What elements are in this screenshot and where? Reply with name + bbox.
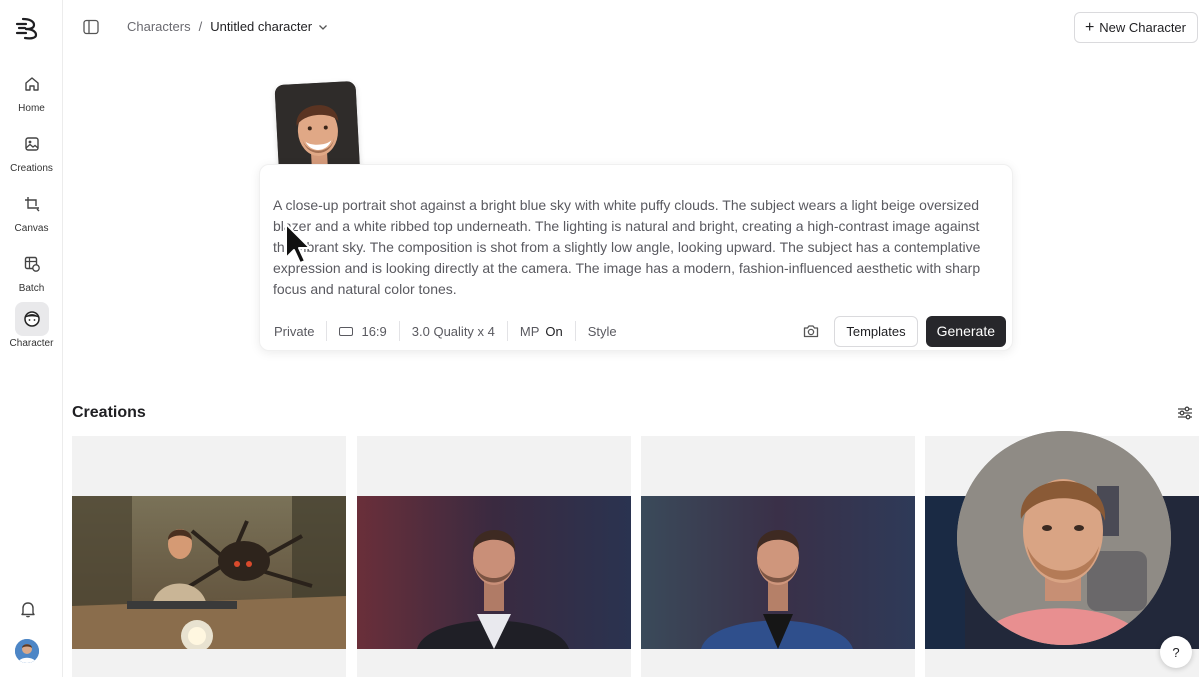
sidebar: Home Creations Canvas Batch Character	[0, 0, 63, 677]
creation-image-motorcycle	[72, 496, 346, 649]
help-label: ?	[1172, 644, 1180, 660]
creation-image-portrait-red	[357, 496, 631, 649]
privacy-label: Private	[274, 323, 315, 339]
creation-card[interactable]	[357, 436, 631, 677]
sidebar-item-label: Character	[9, 338, 54, 349]
chevron-down-icon[interactable]	[318, 22, 328, 32]
prompt-toolbar: Private 16:9 3.0 Quality x 4 MP On Style	[274, 315, 1006, 347]
sidebar-item-label: Batch	[18, 283, 45, 294]
mp-label: MP	[519, 323, 540, 339]
breadcrumb-separator: /	[198, 19, 203, 34]
sidebar-item-character[interactable]: Character	[0, 302, 63, 349]
style-selector[interactable]: Style	[574, 321, 629, 341]
webcam-overlay	[957, 431, 1171, 645]
sidebar-item-creations[interactable]: Creations	[0, 127, 63, 174]
sidebar-toggle-icon[interactable]	[82, 18, 100, 36]
batch-grid-icon	[15, 247, 49, 281]
new-character-button[interactable]: + New Character	[1073, 12, 1198, 43]
quality-value: 3.0 Quality x 4	[411, 323, 495, 339]
templates-button[interactable]: Templates	[834, 315, 918, 347]
creation-image-portrait-blue-suit	[641, 496, 915, 649]
mp-value: On	[545, 323, 563, 339]
help-button[interactable]: ?	[1160, 636, 1192, 668]
templates-label: Templates	[846, 323, 906, 339]
sidebar-item-home[interactable]: Home	[0, 67, 63, 114]
new-character-label: New Character	[1099, 20, 1186, 35]
top-header: Characters / Untitled character + New Ch…	[63, 0, 1200, 56]
aspect-ratio-selector[interactable]: 16:9	[326, 321, 398, 341]
creation-card[interactable]	[641, 436, 915, 677]
creations-heading: Creations	[72, 404, 146, 421]
mouse-cursor-icon	[285, 223, 311, 264]
sidebar-item-label: Canvas	[14, 223, 49, 234]
creation-card[interactable]	[72, 436, 346, 677]
generate-button[interactable]: Generate	[925, 315, 1006, 347]
breadcrumb-characters-link[interactable]: Characters	[127, 19, 191, 34]
privacy-toggle[interactable]: Private	[274, 321, 326, 341]
prompt-card: A close-up portrait shot against a brigh…	[259, 164, 1013, 351]
generate-label: Generate	[936, 323, 995, 339]
sidebar-item-batch[interactable]: Batch	[0, 247, 63, 294]
character-face-icon	[14, 302, 49, 336]
home-icon	[15, 67, 49, 101]
logo-icon[interactable]	[14, 14, 42, 42]
style-label: Style	[587, 323, 617, 339]
camera-icon[interactable]	[802, 322, 820, 340]
sidebar-item-label: Home	[18, 103, 45, 114]
avatar[interactable]	[15, 639, 39, 663]
sidebar-item-label: Creations	[10, 163, 53, 174]
bell-icon[interactable]	[17, 598, 39, 620]
image-icon	[15, 127, 49, 161]
mp-toggle[interactable]: MP On	[506, 321, 575, 341]
aspect-ratio-value: 16:9	[361, 323, 387, 339]
quality-selector[interactable]: 3.0 Quality x 4	[398, 321, 507, 341]
page-title[interactable]: Untitled character	[210, 19, 312, 34]
sidebar-item-canvas[interactable]: Canvas	[0, 187, 63, 234]
prompt-textarea[interactable]: A close-up portrait shot against a brigh…	[273, 195, 999, 300]
aspect-ratio-icon	[339, 326, 354, 336]
breadcrumb: Characters / Untitled character	[127, 19, 328, 34]
filter-sliders-icon[interactable]	[1176, 404, 1194, 422]
plus-icon: +	[1084, 18, 1095, 36]
crop-canvas-icon	[15, 187, 49, 221]
app-root: Home Creations Canvas Batch Character Ch…	[0, 0, 1200, 677]
